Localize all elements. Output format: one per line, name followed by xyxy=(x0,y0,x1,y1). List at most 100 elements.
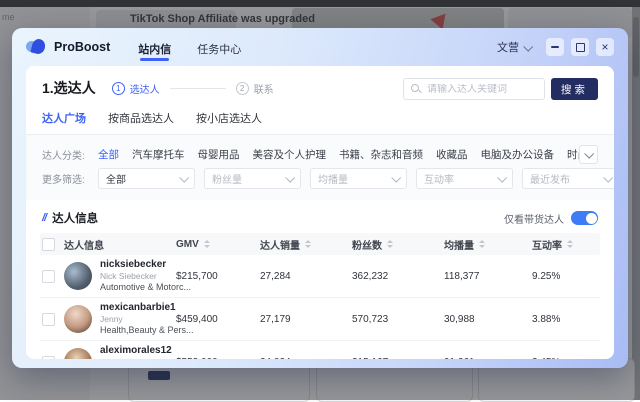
column-label: 粉丝数 xyxy=(352,237,382,252)
column-label: GMV xyxy=(176,239,199,250)
category-filter-label: 达人分类: xyxy=(42,147,98,162)
content-card: 1.选达人 1 选达人 2 联系 xyxy=(26,66,614,359)
category-chip[interactable]: 全部 xyxy=(98,147,119,162)
close-icon: × xyxy=(601,41,608,53)
gmv-value: $215,700 xyxy=(176,271,260,282)
expand-categories-button[interactable] xyxy=(579,145,598,164)
window-nav-tab[interactable]: 任务中心 xyxy=(195,30,243,65)
dropdown-value: 最近发布 xyxy=(530,171,570,186)
table-row[interactable]: nicksiebecker Nick Siebecker Automotive … xyxy=(40,255,600,298)
gmv-value: $552,000 xyxy=(176,357,260,360)
dropdown-list: 全部 粉丝量 均播量 互动率 最近发布 xyxy=(98,168,614,189)
followers-value: 570,723 xyxy=(352,314,444,325)
sort-icon[interactable] xyxy=(305,240,311,248)
avg-views-value: 30,988 xyxy=(444,314,532,325)
sales-value: 27,179 xyxy=(260,314,352,325)
table-header: 达人信息 GMV 达人销量 粉丝数 均播量 互动率 xyxy=(40,233,600,255)
minimize-icon xyxy=(551,46,559,48)
toggle-label: 仅看带货达人 xyxy=(504,211,564,226)
creator-username: nicksiebecker xyxy=(100,259,176,272)
creator-category: Health,Beauty & Pers... xyxy=(100,325,176,336)
column-label: 达人销量 xyxy=(260,237,300,252)
dropdown-value: 均播量 xyxy=(318,171,348,186)
engagement-value: 3.45% xyxy=(532,357,588,360)
column-label: 均播量 xyxy=(444,237,474,252)
table-body: nicksiebecker Nick Siebecker Automotive … xyxy=(40,255,600,359)
creator-username: mexicanbarbie1 xyxy=(100,302,176,315)
table-row[interactable]: mexicanbarbie1 Jenny Health,Beauty & Per… xyxy=(40,298,600,341)
dropdown-value: 互动率 xyxy=(424,171,454,186)
creator-name: Jenny xyxy=(100,314,176,325)
only-sellers-toggle[interactable] xyxy=(571,211,598,225)
filter-dropdown[interactable]: 互动率 xyxy=(416,168,513,189)
sort-icon[interactable] xyxy=(204,240,210,248)
dropdown-value: 粉丝量 xyxy=(212,171,242,186)
creator-table: 达人信息 GMV 达人销量 粉丝数 均播量 互动率 nicksiebecker … xyxy=(40,233,600,359)
sales-value: 24,024 xyxy=(260,357,352,360)
creator-avatar xyxy=(64,305,92,333)
chevron-down-icon xyxy=(179,173,189,183)
creator-category: Automotive & Motorc... xyxy=(100,282,176,293)
search-button[interactable]: 搜索 xyxy=(551,78,598,100)
main-tabs: 达人广场按商品选达人按小店选达人 xyxy=(26,100,614,135)
proboost-modal: ProBoost 站内信任务中心 文营 × 1.选达人 1 选达人 xyxy=(12,28,628,368)
dropdown-value: 全部 xyxy=(106,171,126,186)
stepper: 1 选达人 2 联系 xyxy=(112,81,274,96)
main-tab[interactable]: 按商品选达人 xyxy=(108,110,174,134)
category-chip[interactable]: 收藏品 xyxy=(436,147,468,162)
table-row[interactable]: aleximorales12 Alexi Morales Health,Auto… xyxy=(40,341,600,359)
sort-icon[interactable] xyxy=(567,240,573,248)
filter-panel: 达人分类: 全部汽车摩托车母婴用品美容及个人护理书籍、杂志和音频收藏品电脑及办公… xyxy=(26,135,614,200)
chevron-down-icon xyxy=(391,173,401,183)
close-button[interactable]: × xyxy=(596,38,614,56)
search-input[interactable] xyxy=(427,84,537,95)
followers-value: 362,232 xyxy=(352,271,444,282)
page-title: 1.选达人 xyxy=(42,78,96,98)
proboost-logo-icon xyxy=(26,37,46,57)
creator-avatar xyxy=(64,262,92,290)
section-marker-icon: // xyxy=(42,212,46,224)
maximize-button[interactable] xyxy=(571,38,589,56)
row-checkbox[interactable] xyxy=(42,356,55,360)
creator-avatar xyxy=(64,348,92,359)
row-checkbox[interactable] xyxy=(42,270,55,283)
search-box xyxy=(403,78,545,100)
creator-name: Alexi Morales xyxy=(100,357,176,359)
account-dropdown[interactable]: 文营 xyxy=(497,39,531,55)
category-chip[interactable]: 时尚配饰 xyxy=(567,147,579,162)
step-connector xyxy=(170,88,226,89)
maximize-icon xyxy=(576,43,585,52)
category-chip[interactable]: 书籍、杂志和音频 xyxy=(339,147,423,162)
creator-username: aleximorales12 xyxy=(100,345,176,358)
filter-dropdown[interactable]: 均播量 xyxy=(310,168,407,189)
search-icon xyxy=(411,84,422,95)
brand-name: ProBoost xyxy=(54,40,110,54)
sort-icon[interactable] xyxy=(479,240,485,248)
engagement-value: 9.25% xyxy=(532,271,588,282)
creator-name: Nick Siebecker xyxy=(100,271,176,282)
sort-icon[interactable] xyxy=(387,240,393,248)
section-title: 达人信息 xyxy=(52,210,98,226)
main-tab[interactable]: 按小店选达人 xyxy=(196,110,262,134)
row-checkbox[interactable] xyxy=(42,313,55,326)
category-chip[interactable]: 电脑及办公设备 xyxy=(481,147,555,162)
avg-views-value: 91,261 xyxy=(444,357,532,360)
category-chip[interactable]: 汽车摩托车 xyxy=(132,147,185,162)
account-label: 文营 xyxy=(497,39,519,55)
column-label: 互动率 xyxy=(532,237,562,252)
main-tab[interactable]: 达人广场 xyxy=(42,110,86,134)
category-list: 全部汽车摩托车母婴用品美容及个人护理书籍、杂志和音频收藏品电脑及办公设备时尚配饰… xyxy=(98,147,579,162)
gmv-value: $459,400 xyxy=(176,314,260,325)
filter-dropdown[interactable]: 全部 xyxy=(98,168,195,189)
window-nav-tab[interactable]: 站内信 xyxy=(136,30,173,65)
category-chip[interactable]: 美容及个人护理 xyxy=(253,147,327,162)
filter-dropdown[interactable]: 粉丝量 xyxy=(204,168,301,189)
chevron-down-icon xyxy=(497,173,507,183)
column-label: 达人信息 xyxy=(64,237,104,252)
chevron-down-icon xyxy=(584,149,594,159)
filter-dropdown[interactable]: 最近发布 xyxy=(522,168,614,189)
select-all-checkbox[interactable] xyxy=(42,238,55,251)
category-chip[interactable]: 母婴用品 xyxy=(198,147,240,162)
more-filters-label: 更多筛选: xyxy=(42,171,98,186)
minimize-button[interactable] xyxy=(546,38,564,56)
